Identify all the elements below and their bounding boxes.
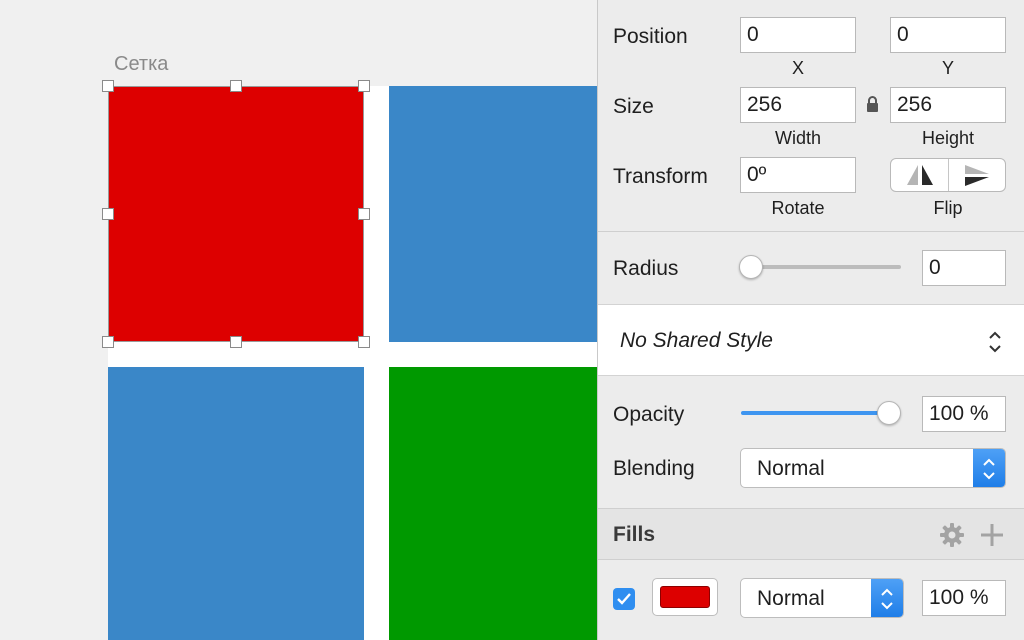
resize-handle-top-left[interactable] bbox=[102, 80, 114, 92]
position-x-caption: X bbox=[791, 58, 804, 78]
resize-handle-bottom-right[interactable] bbox=[358, 336, 370, 348]
flip-vertical-icon[interactable] bbox=[949, 159, 1005, 191]
radius-label: Radius bbox=[613, 257, 679, 280]
gear-icon[interactable] bbox=[939, 522, 965, 548]
height-field[interactable]: 256 bbox=[890, 87, 1006, 123]
blending-select[interactable]: Normal bbox=[740, 448, 1006, 488]
fill-blend-value: Normal bbox=[757, 587, 825, 610]
blending-select-chevron-icon bbox=[973, 449, 1005, 487]
opacity-slider-fill[interactable] bbox=[741, 411, 889, 415]
inspector-panel: Position 0 X 0 Y Size 256 Width 256 Heig… bbox=[597, 0, 1024, 640]
plus-icon[interactable] bbox=[979, 522, 1005, 548]
blending-label: Blending bbox=[613, 457, 695, 480]
flip-horizontal-icon[interactable] bbox=[891, 159, 949, 191]
resize-handle-top-right[interactable] bbox=[358, 80, 370, 92]
width-caption: Width bbox=[774, 128, 821, 148]
position-y-caption: Y bbox=[941, 58, 954, 78]
fill-enabled-checkbox[interactable] bbox=[613, 588, 635, 610]
opacity-label: Opacity bbox=[613, 403, 685, 426]
divider bbox=[598, 231, 1024, 232]
red-square[interactable] bbox=[108, 86, 364, 342]
position-label: Position bbox=[613, 25, 688, 48]
radius-slider-knob[interactable] bbox=[739, 255, 763, 279]
width-field[interactable]: 256 bbox=[740, 87, 856, 123]
height-caption: Height bbox=[921, 128, 975, 148]
rotate-field[interactable]: 0º bbox=[740, 157, 856, 193]
radius-field[interactable]: 0 bbox=[922, 250, 1006, 286]
radius-slider-track[interactable] bbox=[741, 265, 901, 269]
fill-opacity-field[interactable]: 100 % bbox=[922, 580, 1006, 616]
opacity-slider-knob[interactable] bbox=[877, 401, 901, 425]
flip-button-group bbox=[890, 158, 1006, 192]
blue-square-bottom-left[interactable] bbox=[108, 367, 364, 640]
green-square[interactable] bbox=[389, 367, 597, 640]
resize-handle-bottom[interactable] bbox=[230, 336, 242, 348]
blending-value: Normal bbox=[757, 457, 825, 480]
fills-section-header: Fills bbox=[598, 508, 1024, 560]
flip-caption: Flip bbox=[933, 198, 963, 218]
fill-blend-select[interactable]: Normal bbox=[740, 578, 904, 618]
fills-title: Fills bbox=[613, 523, 656, 546]
opacity-field[interactable]: 100 % bbox=[922, 396, 1006, 432]
artboard-title[interactable]: Сетка bbox=[114, 53, 168, 76]
size-label: Size bbox=[613, 95, 654, 118]
rotate-caption: Rotate bbox=[771, 198, 825, 218]
fill-color-button[interactable] bbox=[652, 578, 718, 616]
position-y-field[interactable]: 0 bbox=[890, 17, 1006, 53]
shared-style-value: No Shared Style bbox=[620, 329, 773, 352]
transform-label: Transform bbox=[613, 165, 708, 188]
up-down-chevron-icon bbox=[987, 329, 1003, 355]
resize-handle-left[interactable] bbox=[102, 208, 114, 220]
blue-square-top-right[interactable] bbox=[389, 86, 597, 342]
canvas[interactable]: Сетка bbox=[0, 0, 597, 640]
resize-handle-bottom-left[interactable] bbox=[102, 336, 114, 348]
position-x-field[interactable]: 0 bbox=[740, 17, 856, 53]
shared-style-select[interactable]: No Shared Style bbox=[598, 304, 1024, 376]
resize-handle-top[interactable] bbox=[230, 80, 242, 92]
fill-blend-chevron-icon bbox=[871, 579, 903, 617]
resize-handle-right[interactable] bbox=[358, 208, 370, 220]
unlocked-lock-icon[interactable] bbox=[867, 96, 878, 112]
fill-color-swatch bbox=[660, 586, 710, 608]
